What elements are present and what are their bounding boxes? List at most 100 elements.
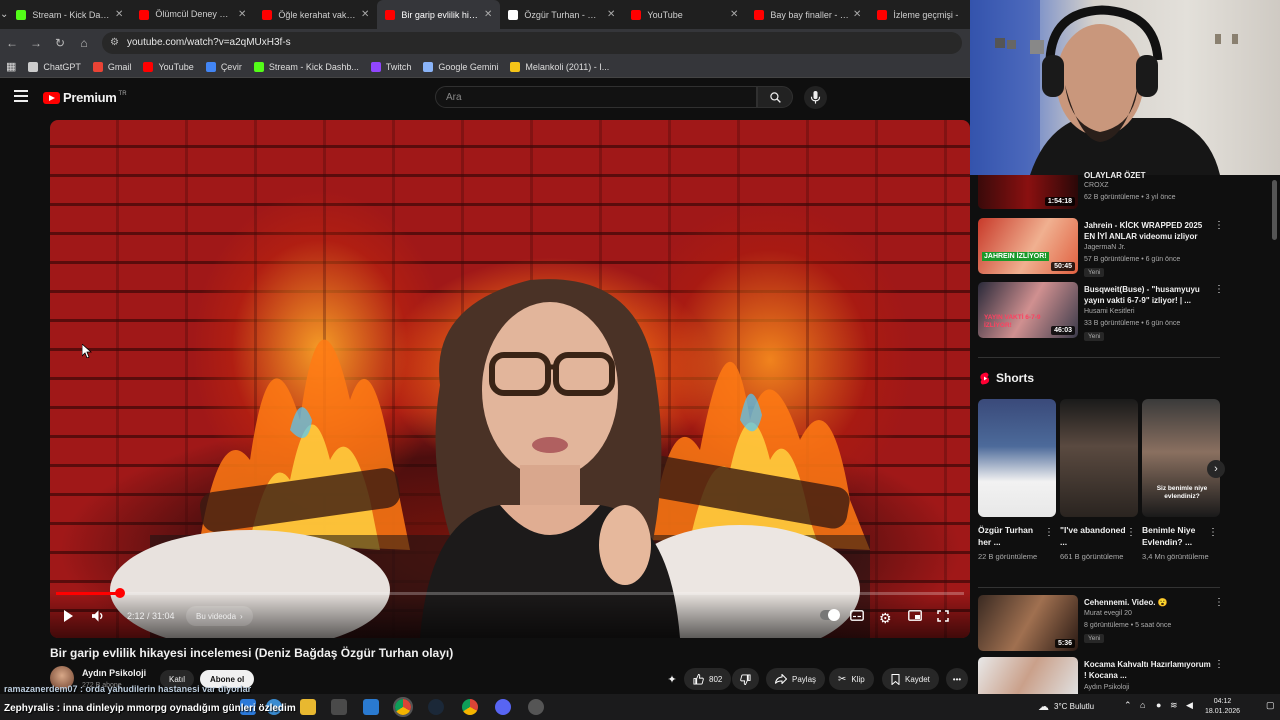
- browser-tab[interactable]: Öğle kerahat vakti kaç ✕: [254, 0, 377, 29]
- menu-icon[interactable]: [14, 90, 28, 102]
- back-icon[interactable]: ←: [0, 36, 24, 50]
- more-vertical-icon[interactable]: ⋮: [1214, 284, 1224, 295]
- bookmark-item[interactable]: ChatGPT: [28, 61, 81, 72]
- short-item[interactable]: Özgür Turhan her ... 22 B görüntüleme ⋮: [978, 399, 1056, 563]
- chapters-button[interactable]: Bu videoda ›: [186, 606, 253, 626]
- voice-search-button[interactable]: [804, 86, 827, 109]
- chevron-up-icon[interactable]: ⌃: [1124, 700, 1132, 711]
- bookmark-label: Twitch: [385, 61, 412, 72]
- bookmark-item[interactable]: Stream - Kick Dashb...: [253, 61, 359, 72]
- search-button[interactable]: [757, 86, 793, 108]
- forward-icon[interactable]: →: [24, 36, 48, 50]
- more-vertical-icon[interactable]: ⋮: [1126, 527, 1136, 538]
- more-vertical-icon[interactable]: ⋮: [1208, 527, 1218, 538]
- browser-tab[interactable]: Bir garip evlilik hikaye ✕: [377, 0, 501, 29]
- highlight-button[interactable]: ✦: [662, 668, 682, 690]
- reload-icon[interactable]: ↻: [48, 36, 72, 50]
- close-icon[interactable]: ✕: [607, 9, 615, 20]
- related-video[interactable]: JAHREIN İZLİYOR! 50:45 Jahrein - KİCK WR…: [978, 218, 1228, 277]
- tab-search-icon[interactable]: ⌄: [0, 0, 8, 29]
- short-item[interactable]: Siz benimle niye evlendiniz? Benimle Niy…: [1142, 399, 1220, 563]
- microphone-icon[interactable]: ●: [1156, 700, 1161, 710]
- file-explorer-icon[interactable]: [300, 699, 316, 715]
- channel-name[interactable]: Aydın Psikoloji: [82, 668, 146, 678]
- bookmark-item[interactable]: Gmail: [92, 61, 131, 72]
- close-icon[interactable]: ✕: [361, 9, 369, 20]
- video-player[interactable]: 2:12 / 31:04 Bu videoda › ⚙: [50, 120, 970, 638]
- home-icon[interactable]: ⌂: [72, 36, 96, 50]
- like-button[interactable]: 802: [684, 668, 732, 690]
- bookmarks-bar: ▦ ChatGPT Gmail YouTube Çevir Stream - Kick …: [0, 56, 970, 78]
- address-bar[interactable]: ⚙ youtube.com/watch?v=a2qMUxH3f-s: [102, 31, 962, 54]
- wifi-icon[interactable]: ≋: [1170, 700, 1178, 711]
- subtitles-button[interactable]: [850, 610, 864, 621]
- progress-bar[interactable]: [56, 588, 964, 598]
- browser-tab[interactable]: Özgür Turhan - Goog ✕: [500, 0, 623, 29]
- settings-button[interactable]: ⚙: [879, 610, 892, 627]
- logo-region: TR: [118, 90, 127, 97]
- chrome-icon[interactable]: [393, 697, 413, 717]
- browser-tab[interactable]: Stream - Kick Dashbo ✕: [8, 0, 131, 29]
- autoplay-toggle[interactable]: [820, 609, 840, 621]
- sidebar-scrollbar[interactable]: [1272, 180, 1277, 240]
- discord-icon[interactable]: [495, 699, 511, 715]
- notification-icon[interactable]: ▢: [1266, 700, 1275, 711]
- bookmark-item[interactable]: Google Gemini: [423, 61, 498, 72]
- chat-message-2: Zephyralis : inna dinleyip mmorpg oynadı…: [4, 703, 296, 714]
- gear-icon: ⚙: [879, 610, 892, 626]
- like-count: 802: [709, 674, 723, 684]
- more-vertical-icon[interactable]: ⋮: [1214, 220, 1224, 231]
- share-button[interactable]: Paylaş: [766, 668, 826, 690]
- more-vertical-icon[interactable]: ⋮: [1214, 597, 1224, 608]
- bookmark-item[interactable]: Çevir: [205, 61, 242, 72]
- more-vertical-icon[interactable]: ⋮: [1214, 659, 1224, 670]
- browser-tab[interactable]: Bay bay finaller - You ✕: [746, 0, 869, 29]
- browser-tab[interactable]: Ölümcül Deney ★1★ ✕: [131, 0, 254, 29]
- save-button[interactable]: Kaydet: [882, 668, 939, 690]
- related-video[interactable]: 5:36 Cehennemi. Video. 😮 Murat evegil 20…: [978, 595, 1228, 651]
- related-video[interactable]: 1:54:18 OLAYLAR ÖZET CROXZ 62 B görüntül…: [978, 171, 1228, 209]
- more-actions-button[interactable]: •••: [946, 668, 968, 690]
- short-item[interactable]: "I've abandoned ... 661 B görüntüleme ⋮: [1060, 399, 1138, 563]
- store-icon[interactable]: [331, 699, 347, 715]
- bookmark-item[interactable]: Melankoli (2011) - I...: [510, 61, 609, 72]
- search-input[interactable]: Ara: [435, 86, 757, 108]
- related-video[interactable]: YAYIN VAKTİ 6-7-9 İZLİYOR! 46:03 Busqwei…: [978, 282, 1228, 341]
- chrome-profile-icon[interactable]: [462, 699, 478, 715]
- youtube-logo[interactable]: Premium TR: [43, 90, 127, 105]
- bookmark-item[interactable]: Twitch: [370, 61, 412, 72]
- bookmark-favicon-icon: [423, 61, 434, 72]
- shorts-next-button[interactable]: ›: [1207, 460, 1225, 478]
- play-button[interactable]: [62, 610, 74, 622]
- steam-icon[interactable]: [428, 699, 444, 715]
- dislike-button[interactable]: [732, 668, 759, 690]
- close-icon[interactable]: ✕: [484, 9, 492, 20]
- more-vertical-icon[interactable]: ⋮: [1044, 527, 1054, 538]
- close-icon[interactable]: ✕: [730, 9, 738, 20]
- fullscreen-button[interactable]: [937, 610, 949, 622]
- close-icon[interactable]: ✕: [115, 9, 123, 20]
- weather-widget[interactable]: ☁ 3°C Bulutlu: [1038, 700, 1094, 713]
- close-icon[interactable]: ✕: [238, 9, 246, 20]
- site-info-icon[interactable]: ⚙: [110, 37, 119, 48]
- mail-icon[interactable]: [363, 699, 379, 715]
- tab-title: Bir garip evlilik hikaye: [401, 9, 480, 20]
- taskbar-clock[interactable]: 04:12 18.01.2026: [1205, 697, 1240, 717]
- volume-icon[interactable]: ◀: [1186, 700, 1193, 711]
- progress-fill: [56, 592, 121, 595]
- obs-icon[interactable]: [528, 699, 544, 715]
- scrubber-handle[interactable]: [115, 588, 126, 598]
- miniplayer-button[interactable]: [908, 610, 922, 621]
- thumbnail-caption: JAHREIN İZLİYOR!: [982, 252, 1049, 261]
- clip-button[interactable]: ✂ Klip: [829, 668, 874, 690]
- related-video[interactable]: Kocama Kahvaltı Hazırlamıyorum ! Kocana …: [978, 657, 1228, 694]
- related-video-title: Busqweit(Buse) - "husamyuyu yayın vakti …: [1084, 285, 1200, 305]
- bookmark-item[interactable]: YouTube: [143, 61, 194, 72]
- volume-button[interactable]: [92, 610, 105, 622]
- close-icon[interactable]: ✕: [853, 9, 861, 20]
- browser-tab[interactable]: YouTube ✕: [623, 0, 746, 29]
- apps-grid-icon[interactable]: ▦: [6, 60, 16, 73]
- network-icon[interactable]: ⌂: [1140, 700, 1145, 710]
- shorts-heading: Shorts: [980, 371, 1034, 385]
- thumbs-down-icon: [740, 673, 751, 685]
